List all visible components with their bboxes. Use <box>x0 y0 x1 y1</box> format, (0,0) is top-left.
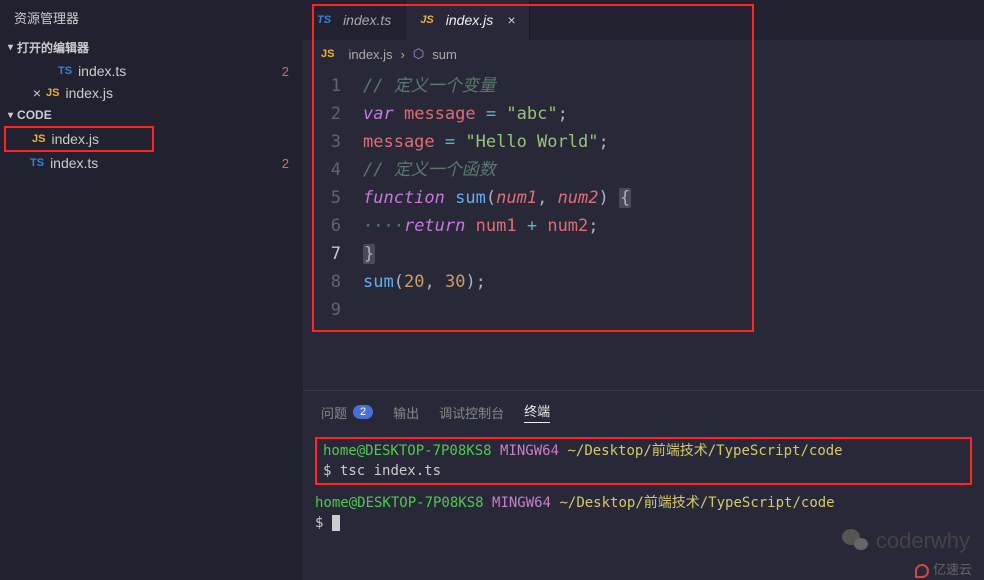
workspace-file-item[interactable]: JS index.js <box>6 128 152 150</box>
panel-tab-problems[interactable]: 问题 2 <box>321 403 373 422</box>
tab-bar: TS index.ts JS index.js × <box>303 0 984 40</box>
js-icon: JS <box>46 87 59 99</box>
wechat-icon <box>842 529 870 553</box>
ts-icon: TS <box>58 65 72 77</box>
terminal-user: home@DESKTOP-7P08KS8 <box>323 443 492 459</box>
tab-label: index.js <box>446 12 493 28</box>
tab-label: index.ts <box>343 12 391 28</box>
panel-tab-terminal[interactable]: 终端 <box>524 401 550 423</box>
explorer-title: 资源管理器 <box>0 0 303 35</box>
problem-badge: 2 <box>282 156 289 171</box>
workspace-file-item[interactable]: TS index.ts 2 <box>0 152 303 174</box>
panel-tab-debug[interactable]: 调试控制台 <box>439 403 504 422</box>
problems-count: 2 <box>353 405 373 419</box>
open-editor-item[interactable]: × JS index.js <box>0 82 303 104</box>
open-editor-item[interactable]: TS index.ts 2 <box>0 60 303 82</box>
open-editors-header[interactable]: ▾ 打开的编辑器 <box>0 35 303 60</box>
terminal[interactable]: home@DESKTOP-7P08KS8 MINGW64 ~/Desktop/前… <box>303 433 984 580</box>
ts-icon: TS <box>317 14 331 26</box>
breadcrumb-file: index.js <box>348 47 392 62</box>
code-content[interactable]: // 定义一个变量var message = "abc";message = "… <box>363 72 984 390</box>
sidebar: 资源管理器 ▾ 打开的编辑器 TS index.ts 2 × JS index.… <box>0 0 303 580</box>
line-gutter: 123456789 <box>303 72 363 390</box>
brand-logo-icon <box>915 564 929 578</box>
file-name: index.js <box>65 85 112 101</box>
workspace-header[interactable]: ▾ CODE <box>0 104 303 126</box>
close-icon[interactable]: × <box>507 12 515 28</box>
chevron-right-icon: › <box>401 47 405 62</box>
chevron-down-icon: ▾ <box>8 110 13 121</box>
cursor <box>332 515 340 531</box>
terminal-prompt: $ <box>323 463 331 479</box>
footer-brand: 亿速云 <box>915 559 972 578</box>
tab-index-ts[interactable]: TS index.ts <box>303 0 406 40</box>
js-icon: JS <box>32 133 45 145</box>
symbol-icon: ⬡ <box>413 46 424 62</box>
breadcrumb[interactable]: JS index.js › ⬡ sum <box>303 40 984 68</box>
terminal-command: tsc index.ts <box>340 463 441 479</box>
panel-tabs: 问题 2 输出 调试控制台 终端 <box>303 391 984 433</box>
js-icon: JS <box>420 14 433 26</box>
code-editor[interactable]: 123456789 // 定义一个变量var message = "abc";m… <box>303 68 984 390</box>
open-editors-label: 打开的编辑器 <box>17 39 89 56</box>
watermark: coderwhy <box>842 528 970 554</box>
workspace-label: CODE <box>17 108 52 122</box>
breadcrumb-symbol: sum <box>432 47 457 62</box>
file-name: index.ts <box>50 155 98 171</box>
close-icon[interactable]: × <box>28 85 46 101</box>
problem-badge: 2 <box>282 64 289 79</box>
file-name: index.js <box>51 131 98 147</box>
js-icon: JS <box>321 48 334 60</box>
terminal-prompt: $ <box>315 515 323 531</box>
terminal-user: home@DESKTOP-7P08KS8 <box>315 495 484 511</box>
watermark-text: coderwhy <box>876 528 970 554</box>
file-name: index.ts <box>78 63 126 79</box>
tab-index-js[interactable]: JS index.js × <box>406 0 530 40</box>
terminal-path: ~/Desktop/前端技术/TypeScript/code <box>567 443 842 459</box>
chevron-down-icon: ▾ <box>8 42 13 53</box>
terminal-shell: MINGW64 <box>500 443 559 459</box>
ts-icon: TS <box>30 157 44 169</box>
terminal-path: ~/Desktop/前端技术/TypeScript/code <box>559 495 834 511</box>
highlight-box-terminal: home@DESKTOP-7P08KS8 MINGW64 ~/Desktop/前… <box>315 437 972 485</box>
terminal-shell: MINGW64 <box>492 495 551 511</box>
panel-tab-output[interactable]: 输出 <box>393 403 419 422</box>
editor-area: TS index.ts JS index.js × JS index.js › … <box>303 0 984 580</box>
